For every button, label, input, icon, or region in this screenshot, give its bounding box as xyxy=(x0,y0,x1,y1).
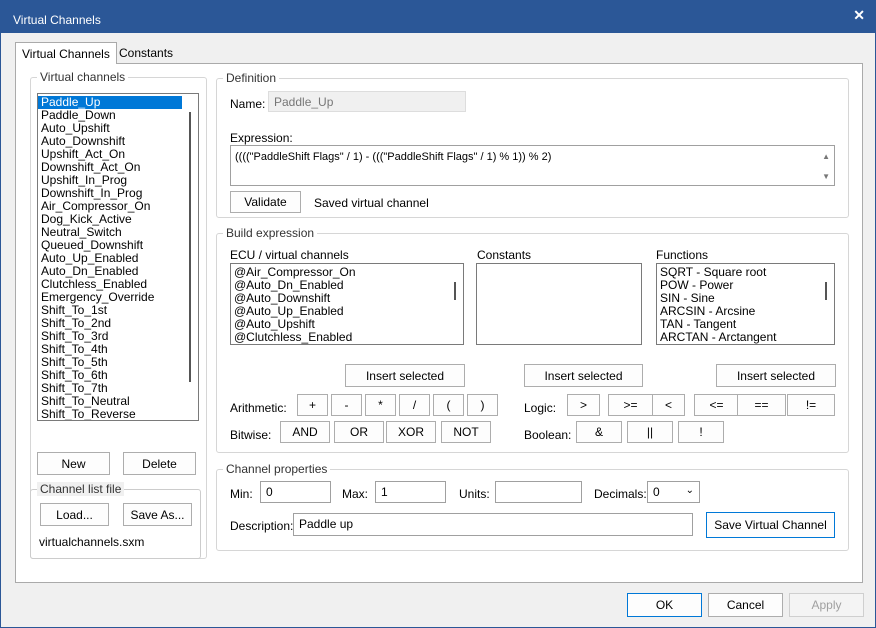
ecu-channels-label: ECU / virtual channels xyxy=(230,248,349,262)
name-field[interactable]: Paddle_Up xyxy=(268,91,466,112)
insert-constant-button[interactable]: Insert selected xyxy=(524,364,643,387)
min-field[interactable]: 0 xyxy=(260,481,331,503)
bitwise-label: Bitwise: xyxy=(230,428,272,442)
description-label: Description: xyxy=(230,519,294,533)
window-title: Virtual Channels xyxy=(13,13,101,27)
decimals-value: 0 xyxy=(653,485,660,499)
insert-ecu-button[interactable]: Insert selected xyxy=(345,364,465,387)
new-button[interactable]: New xyxy=(37,452,110,475)
save-as-button[interactable]: Save As... xyxy=(123,503,192,526)
tab-virtual-channels[interactable]: Virtual Channels xyxy=(15,42,117,64)
functions-scrollbar[interactable] xyxy=(818,264,834,344)
max-field[interactable]: 1 xyxy=(375,481,446,503)
plus-button[interactable]: + xyxy=(297,394,328,416)
arithmetic-label: Arithmetic: xyxy=(230,401,287,415)
not-button[interactable]: NOT xyxy=(441,421,491,443)
ok-button[interactable]: OK xyxy=(627,593,702,617)
minus-button[interactable]: - xyxy=(331,394,362,416)
bool-and-button[interactable]: & xyxy=(576,421,622,443)
scroll-up-icon[interactable]: ▲ xyxy=(822,152,830,161)
close-icon[interactable]: ✕ xyxy=(853,7,865,24)
and-button[interactable]: AND xyxy=(280,421,330,443)
constants-list[interactable] xyxy=(476,263,642,345)
chevron-down-icon: ⌄ xyxy=(685,485,694,496)
units-field[interactable] xyxy=(495,481,582,503)
less-equal-button[interactable]: <= xyxy=(694,394,739,416)
multiply-button[interactable]: * xyxy=(365,394,396,416)
expression-label: Expression: xyxy=(230,131,293,145)
expression-text: (((("PaddleShift Flags" / 1) - ((("Paddl… xyxy=(235,151,552,163)
delete-button[interactable]: Delete xyxy=(123,452,196,475)
functions-list[interactable]: SQRT - Square root POW - Power SIN - Sine A… xyxy=(656,263,835,345)
not-equal-button[interactable]: != xyxy=(787,394,835,416)
close-paren-button[interactable]: ) xyxy=(467,394,498,416)
ecu-channels-scrollbar[interactable] xyxy=(447,264,463,344)
bool-not-button[interactable]: ! xyxy=(678,421,724,443)
apply-button[interactable]: Apply xyxy=(789,593,864,617)
decimals-label: Decimals: xyxy=(594,487,647,501)
load-button[interactable]: Load... xyxy=(40,503,109,526)
less-than-button[interactable]: < xyxy=(652,394,685,416)
max-label: Max: xyxy=(342,487,369,501)
channel-list-file-group-label: Channel list file xyxy=(37,482,125,496)
validation-status: Saved virtual channel xyxy=(314,196,429,210)
validate-button[interactable]: Validate xyxy=(230,191,301,213)
boolean-label: Boolean: xyxy=(524,428,572,442)
xor-button[interactable]: XOR xyxy=(386,421,436,443)
bool-or-button[interactable]: || xyxy=(627,421,673,443)
scroll-down-icon[interactable]: ▼ xyxy=(822,172,830,181)
greater-than-button[interactable]: > xyxy=(567,394,600,416)
or-button[interactable]: OR xyxy=(334,421,384,443)
cancel-button[interactable]: Cancel xyxy=(708,593,783,617)
min-label: Min: xyxy=(230,487,253,501)
virtual-channels-list[interactable]: Paddle_Up Paddle_Down Auto_Upshift Auto_Dow… xyxy=(37,93,199,421)
tab-panel: Virtual channels Paddle_Up Paddle_Down Aut… xyxy=(15,63,863,583)
virtual-channels-group-label: Virtual channels xyxy=(37,70,129,84)
open-paren-button[interactable]: ( xyxy=(433,394,464,416)
definition-group-label: Definition xyxy=(223,71,280,85)
list-item[interactable]: Shift_To_Reverse xyxy=(38,408,198,421)
insert-function-button[interactable]: Insert selected xyxy=(716,364,836,387)
greater-equal-button[interactable]: >= xyxy=(608,394,653,416)
units-label: Units: xyxy=(459,487,490,501)
title-bar: Virtual Channels ✕ xyxy=(1,1,875,33)
expression-field[interactable]: (((("PaddleShift Flags" / 1) - ((("Paddl… xyxy=(230,145,835,186)
ecu-channels-list[interactable]: @Air_Compressor_On @Auto_Dn_Enabled @Auto_… xyxy=(230,263,464,345)
constants-label: Constants xyxy=(477,248,532,262)
description-field[interactable]: Paddle up xyxy=(293,513,693,536)
divide-button[interactable]: / xyxy=(399,394,430,416)
list-item[interactable]: ARCTAN - Arctangent xyxy=(657,331,834,344)
footer-bar: OK Cancel Apply xyxy=(1,585,875,627)
build-expression-group-label: Build expression xyxy=(223,226,318,240)
channel-list-filename: virtualchannels.sxm xyxy=(39,535,145,549)
functions-label: Functions xyxy=(656,248,709,262)
decimals-select[interactable]: 0 ⌄ xyxy=(647,481,700,503)
save-virtual-channel-button[interactable]: Save Virtual Channel xyxy=(706,512,835,538)
channel-properties-group-label: Channel properties xyxy=(223,462,331,476)
equal-button[interactable]: == xyxy=(737,394,786,416)
list-item[interactable]: @Clutchless_Enabled xyxy=(231,331,463,344)
name-label: Name: xyxy=(230,97,266,111)
logic-label: Logic: xyxy=(524,401,557,415)
virtual-channels-scrollbar[interactable] xyxy=(182,94,198,420)
virtual-channels-dialog: Virtual Channels ✕ Virtual Channels Cons… xyxy=(0,0,876,628)
tab-constants[interactable]: Constants xyxy=(113,42,179,64)
